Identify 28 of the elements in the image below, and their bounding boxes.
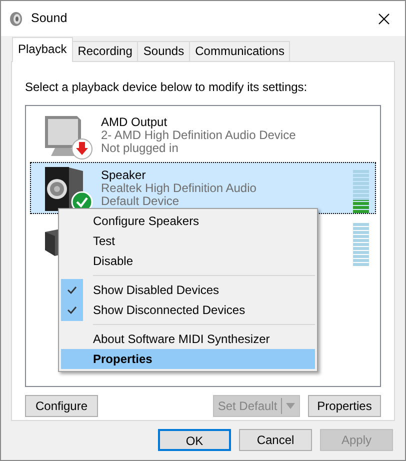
device-description: 2- AMD High Definition Audio Device: [101, 129, 297, 142]
button[interactable]: OK: [158, 429, 231, 451]
menu-item[interactable]: About Software MIDI Synthesizer: [61, 329, 315, 349]
menu-item[interactable]: Test: [61, 231, 315, 251]
instruction-text: Select a playback device below to modify its settings:: [25, 79, 308, 96]
menu-item[interactable]: Properties: [61, 349, 315, 369]
speaker-icon: [9, 10, 23, 26]
menu-item[interactable]: Disable: [61, 251, 315, 271]
menu-item[interactable]: Show Disabled Devices: [61, 280, 315, 300]
button[interactable]: Properties: [308, 395, 381, 417]
level-meter: [353, 169, 369, 213]
caret-icon: [286, 403, 295, 409]
menu-item[interactable]: Show Disconnected Devices: [61, 300, 315, 320]
window-title: Sound: [31, 10, 68, 28]
device-name: Speaker: [101, 169, 147, 182]
checkmark-icon: [67, 306, 77, 314]
device-status: Default Device: [101, 195, 180, 208]
tab[interactable]: Playback: [12, 37, 73, 62]
checkmark-icon: [67, 286, 77, 294]
device-row[interactable]: Speaker Realtek High Definition Audio Default Device: [30, 162, 376, 214]
device-name: AMD Output: [101, 116, 168, 129]
device-description: Realtek High Definition Audio: [101, 182, 258, 195]
button[interactable]: Cancel: [239, 429, 312, 451]
device-status: Not plugged in: [101, 142, 180, 155]
close-icon: [378, 12, 390, 24]
menu-item[interactable]: Configure Speakers: [61, 211, 315, 231]
button[interactable]: Configure: [25, 395, 98, 417]
tab[interactable]: Communications: [189, 41, 290, 62]
